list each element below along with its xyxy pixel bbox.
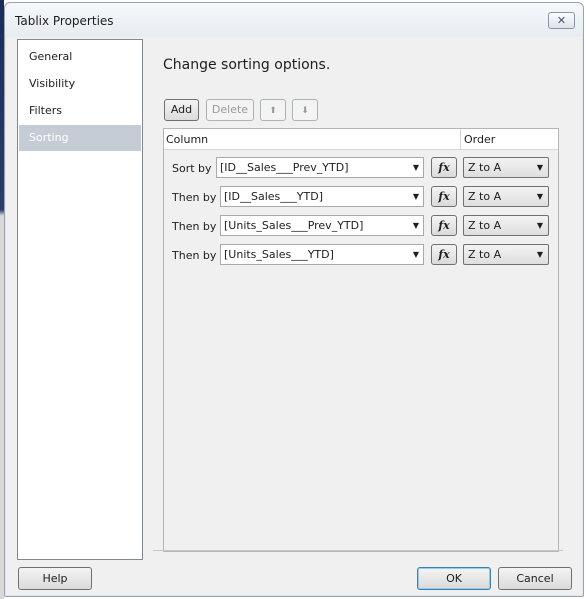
header-separator (460, 129, 461, 150)
sort-order-value: Z to A (468, 190, 502, 203)
sort-column-select[interactable]: [Units_Sales___YTD] ▼ (220, 244, 424, 265)
nav-item-visibility[interactable]: Visibility (19, 71, 141, 97)
close-icon: ✕ (556, 14, 567, 27)
row-label: Then by (172, 220, 217, 233)
expression-button[interactable]: fx (431, 157, 457, 178)
fx-icon: fx (438, 248, 450, 261)
chevron-down-icon: ▼ (536, 163, 543, 172)
row-label: Sort by (172, 162, 212, 175)
chevron-down-icon: ▼ (412, 250, 419, 259)
expression-button[interactable]: fx (431, 186, 457, 207)
column-header: Column (166, 133, 209, 146)
sort-order-select[interactable]: Z to A ▼ (463, 186, 549, 207)
nav-item-label: Filters (29, 104, 62, 117)
sort-column-select[interactable]: [Units_Sales___Prev_YTD] ▼ (220, 215, 424, 236)
sort-order-value: Z to A (468, 248, 502, 261)
sort-column-value: [Units_Sales___YTD] (224, 248, 334, 261)
sort-column-value: [ID__Sales___YTD] (224, 190, 323, 203)
nav-item-sorting[interactable]: Sorting (19, 125, 141, 151)
sort-column-value: [ID__Sales___Prev_YTD] (220, 161, 349, 174)
nav-item-label: Sorting (29, 131, 69, 144)
row-label: Then by (172, 249, 217, 262)
row-label: Then by (172, 191, 217, 204)
sort-order-value: Z to A (468, 161, 502, 174)
nav-item-general[interactable]: General (19, 44, 141, 70)
ok-button[interactable]: OK (417, 567, 491, 590)
sort-grid: Column Order Sort by [ID__Sales___Prev_Y… (163, 128, 559, 552)
sort-order-value: Z to A (468, 219, 502, 232)
page-heading: Change sorting options. (163, 57, 331, 73)
footer-divider (153, 550, 563, 551)
fx-icon: fx (438, 219, 450, 232)
help-button[interactable]: Help (18, 567, 92, 590)
sort-order-select[interactable]: Z to A ▼ (463, 244, 549, 265)
fx-icon: fx (438, 161, 450, 174)
nav-panel: General Visibility Filters Sorting (17, 39, 143, 560)
move-down-button[interactable]: ⬇ (292, 99, 318, 121)
expression-button[interactable]: fx (431, 215, 457, 236)
move-up-button[interactable]: ⬆ (260, 99, 286, 121)
add-button[interactable]: Add (164, 99, 199, 121)
window-title: Tablix Properties (15, 14, 114, 28)
arrow-up-icon: ⬆ (269, 106, 277, 116)
title-bar: Tablix Properties ✕ (5, 3, 583, 37)
chevron-down-icon: ▼ (536, 192, 543, 201)
expression-button[interactable]: fx (431, 244, 457, 265)
delete-button[interactable]: Delete (206, 99, 254, 121)
chevron-down-icon: ▼ (412, 163, 419, 172)
nav-item-filters[interactable]: Filters (19, 98, 141, 124)
sort-order-select[interactable]: Z to A ▼ (463, 215, 549, 236)
fx-icon: fx (438, 190, 450, 203)
chevron-down-icon: ▼ (536, 221, 543, 230)
cancel-button[interactable]: Cancel (498, 567, 572, 590)
tablix-properties-dialog: Tablix Properties ✕ General Visibility F… (4, 2, 584, 597)
sort-order-select[interactable]: Z to A ▼ (463, 157, 549, 178)
grid-header: Column Order (164, 129, 558, 150)
nav-item-label: General (29, 50, 73, 63)
sort-column-select[interactable]: [ID__Sales___Prev_YTD] ▼ (216, 157, 424, 178)
close-button[interactable]: ✕ (548, 12, 575, 29)
dialog-client: General Visibility Filters Sorting Chang… (11, 37, 577, 590)
chevron-down-icon: ▼ (536, 250, 543, 259)
sort-column-value: [Units_Sales___Prev_YTD] (224, 219, 364, 232)
chevron-down-icon: ▼ (412, 192, 419, 201)
arrow-down-icon: ⬇ (301, 106, 309, 116)
nav-item-label: Visibility (29, 77, 76, 90)
chevron-down-icon: ▼ (412, 221, 419, 230)
sort-column-select[interactable]: [ID__Sales___YTD] ▼ (220, 186, 424, 207)
order-header: Order (464, 133, 496, 146)
